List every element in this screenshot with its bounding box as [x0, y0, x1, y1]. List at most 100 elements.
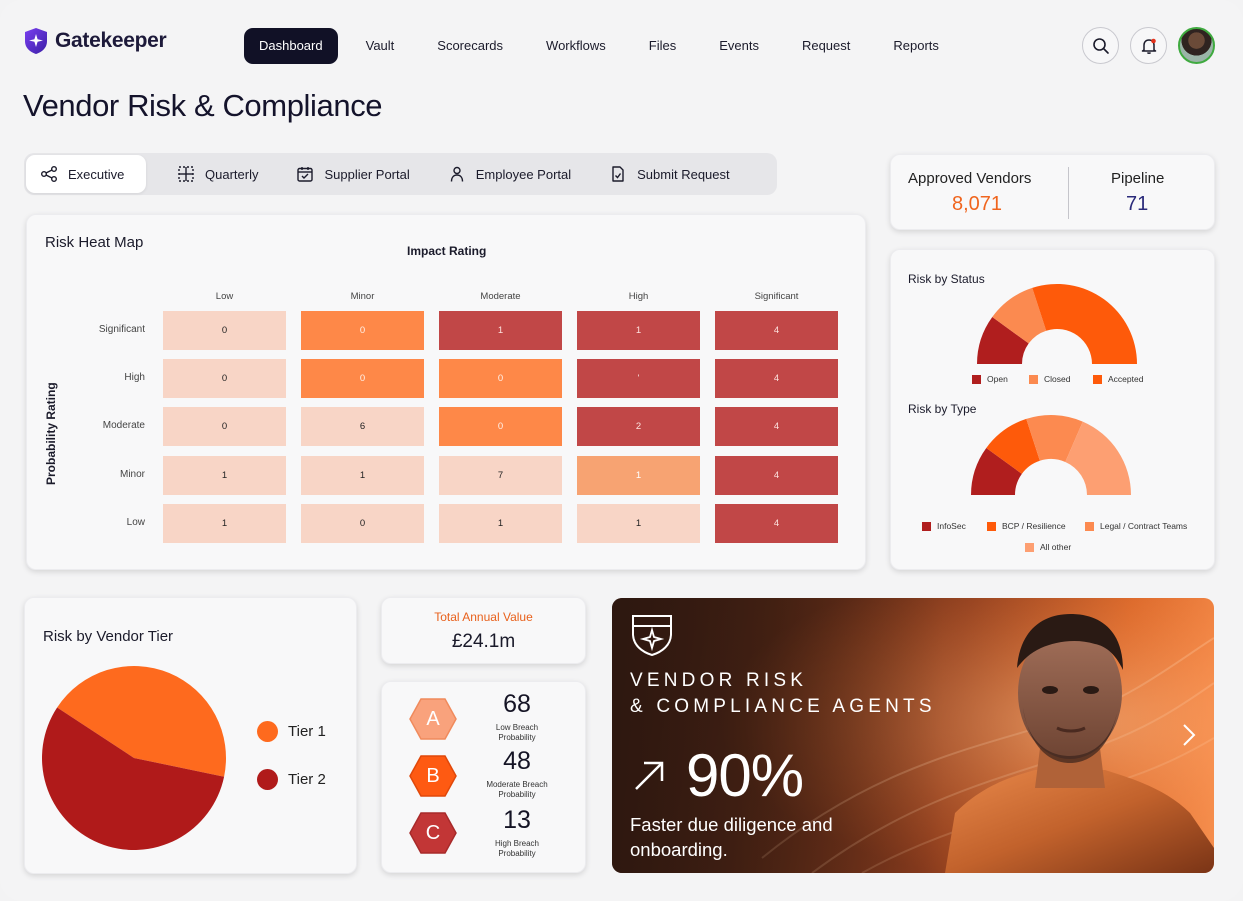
logo[interactable]: Gatekeeper	[23, 27, 167, 55]
promo-stat: 90%	[632, 741, 804, 810]
tab-label: Employee Portal	[475, 166, 572, 182]
low-breach-label: Low Breach Probability	[495, 723, 539, 742]
grade-letter: C	[425, 821, 441, 844]
legend-swatch	[1029, 374, 1038, 384]
nav-item-events[interactable]: Events	[704, 28, 774, 64]
tab-employee-portal[interactable]: Employee Portal	[434, 155, 591, 193]
heat-row-label: Minor	[119, 469, 145, 480]
risk-breakdown-card: Risk by Status Open Closed Accepted Risk…	[890, 249, 1215, 570]
legend-dot	[257, 769, 278, 790]
heat-cell[interactable]: 1	[577, 504, 700, 543]
heat-column-label: Moderate	[480, 291, 521, 302]
heat-row-label: High	[124, 372, 145, 383]
heat-cell[interactable]: 4	[715, 504, 838, 543]
heat-cell[interactable]: 1	[439, 504, 562, 543]
nav-item-files[interactable]: Files	[634, 28, 691, 64]
tab-quarterly[interactable]: Quarterly	[150, 155, 278, 193]
grade-c-badge: C	[409, 812, 457, 854]
heat-cell[interactable]: 1	[577, 456, 700, 495]
heat-cell[interactable]: 2	[577, 407, 700, 446]
nav-item-vault[interactable]: Vault	[351, 28, 410, 64]
heat-cell[interactable]: 0	[301, 359, 424, 398]
nav-item-request[interactable]: Request	[787, 28, 865, 64]
user-avatar[interactable]	[1178, 27, 1215, 64]
heat-column-label: Minor	[350, 291, 375, 302]
main-nav: Dashboard Vault Scorecards Workflows Files Ev…	[244, 28, 967, 64]
heat-cell[interactable]: 0	[439, 359, 562, 398]
heat-cell[interactable]: '	[577, 359, 700, 398]
heat-map-title: Risk Heat Map	[45, 234, 144, 251]
legend-accepted: Accepted	[1093, 374, 1143, 384]
nav-item-scorecards[interactable]: Scorecards	[422, 28, 518, 64]
tab-submit-request[interactable]: Submit Request	[595, 155, 750, 193]
heat-column-label: High	[628, 291, 649, 302]
legend-closed: Closed	[1029, 374, 1070, 384]
heat-cell[interactable]: 7	[439, 456, 562, 495]
heat-cell[interactable]: 0	[301, 504, 424, 543]
grid-dashed-icon	[178, 166, 194, 182]
high-breach-label: High Breach Probability	[494, 839, 540, 858]
breach-probability-card: A 68 Low Breach Probability B 48 Moderat…	[381, 681, 586, 873]
nav-item-workflows[interactable]: Workflows	[531, 28, 621, 64]
legend-infosec: InfoSec	[922, 521, 966, 531]
tab-label: Supplier Portal	[324, 166, 410, 182]
nav-item-dashboard[interactable]: Dashboard	[244, 28, 338, 64]
view-tabs: Executive Quarterly Supplier Portal Empl…	[24, 153, 777, 195]
heat-cell[interactable]: 1	[301, 456, 424, 495]
legend-label: InfoSec	[937, 521, 966, 531]
probability-rating-axis-title: Probability Rating	[44, 382, 58, 485]
heat-cell[interactable]: 6	[301, 407, 424, 446]
legend-label: Accepted	[1108, 374, 1144, 384]
legend-all-other: All other	[1025, 542, 1071, 552]
vendor-stats-card: Approved Vendors 8,071 Pipeline 71	[890, 154, 1215, 230]
promo-percentage: 90%	[686, 742, 804, 809]
heat-cell[interactable]: 4	[715, 359, 838, 398]
heat-cell[interactable]: 0	[163, 359, 286, 398]
legend-legal: Legal / Contract Teams	[1085, 521, 1187, 531]
impact-rating-axis-title: Impact Rating	[407, 244, 487, 258]
heat-cell[interactable]: 1	[163, 456, 286, 495]
heat-cell[interactable]: 0	[301, 311, 424, 350]
shield-star-icon	[632, 615, 672, 657]
heat-column-label: Significant	[754, 291, 799, 302]
tab-supplier-portal[interactable]: Supplier Portal	[282, 155, 429, 193]
document-check-icon	[612, 166, 624, 182]
nav-item-reports[interactable]: Reports	[878, 28, 954, 64]
tab-label: Submit Request	[637, 166, 730, 182]
search-button[interactable]	[1082, 27, 1119, 64]
notifications-button[interactable]	[1130, 27, 1167, 64]
pipeline-value: 71	[1126, 193, 1149, 215]
heat-cell[interactable]: 4	[715, 456, 838, 495]
grade-letter: A	[426, 707, 440, 730]
agent-portrait	[945, 613, 1214, 873]
chevron-right-icon[interactable]	[1179, 722, 1199, 748]
total-annual-value-card: Total Annual Value £24.1m	[381, 597, 586, 664]
legend-swatch	[1025, 542, 1034, 552]
gatekeeper-logo-icon	[25, 28, 47, 54]
heat-cell[interactable]: 1	[439, 311, 562, 350]
heat-cell[interactable]: 1	[577, 311, 700, 350]
legend-bcp: BCP / Resilience	[987, 521, 1066, 531]
heat-cell[interactable]: 4	[715, 311, 838, 350]
heat-cell[interactable]: 1	[163, 504, 286, 543]
legend-swatch	[972, 374, 981, 384]
heat-row-label: Significant	[98, 324, 145, 335]
legend-label: BCP / Resilience	[1002, 521, 1066, 531]
tab-executive[interactable]: Executive	[26, 155, 146, 193]
heat-cell[interactable]: 0	[439, 407, 562, 446]
low-breach-count: 68	[503, 690, 531, 718]
high-breach-count: 13	[503, 806, 531, 834]
legend-label: Legal / Contract Teams	[1100, 521, 1188, 531]
search-icon	[1092, 37, 1109, 54]
risk-by-type-chart	[971, 415, 1131, 495]
heat-cell[interactable]: 0	[163, 407, 286, 446]
promo-banner[interactable]: VENDOR RISK & COMPLIANCE AGENTS 90% Fast…	[612, 598, 1214, 873]
heat-cell[interactable]: 0	[163, 311, 286, 350]
risk-by-vendor-tier-card: Risk by Vendor Tier Tier 1 Tier 2	[24, 597, 357, 874]
heat-cell[interactable]: 4	[715, 407, 838, 446]
legend-swatch	[922, 521, 931, 531]
divider	[1068, 167, 1069, 219]
heat-row-label: Low	[126, 517, 145, 528]
promo-subtitle: Faster due diligence and onboarding.	[630, 814, 833, 860]
slice-accepted[interactable]	[1032, 284, 1137, 364]
